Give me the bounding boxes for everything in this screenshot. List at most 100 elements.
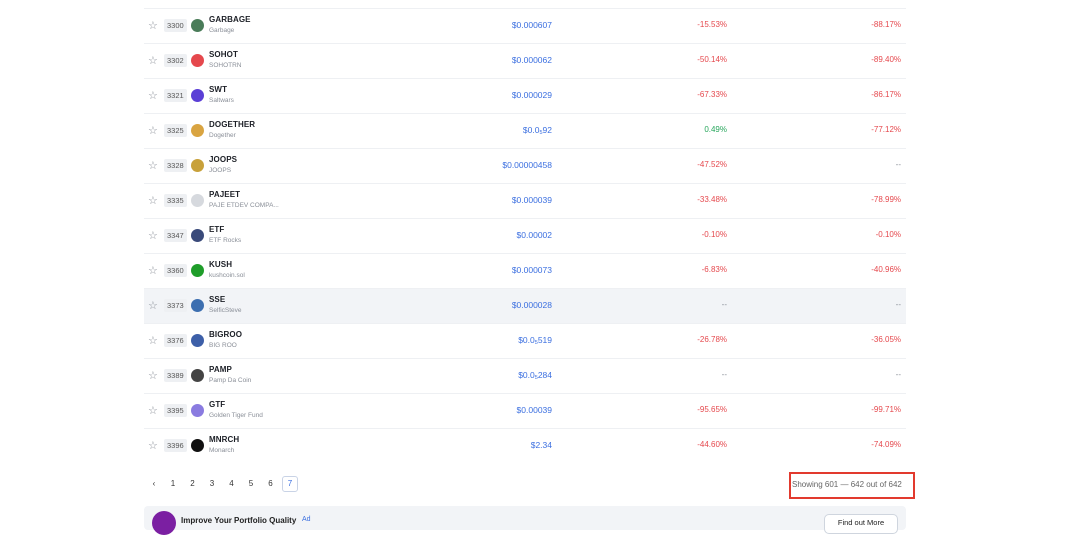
coin-name: kushcoin.sol [209, 272, 245, 279]
price-digits: 284 [537, 370, 552, 380]
change-24h: -95.65% [697, 405, 727, 414]
rank-badge: 3395 [164, 404, 187, 417]
price-digits: 92 [542, 125, 552, 135]
coin-name: Garbage [209, 27, 235, 34]
coin-symbol[interactable]: SOHOT [209, 50, 238, 59]
table-row[interactable]: ☆ 3395 GTF Golden Tiger Fund $0.00039 -95.65%… [144, 393, 906, 428]
coin-name: BIG ROO [209, 342, 237, 349]
coin-price: $0.000062 [511, 55, 552, 65]
coin-price: $0.00039 [516, 405, 552, 415]
star-icon[interactable]: ☆ [148, 195, 160, 207]
star-icon[interactable]: ☆ [148, 125, 160, 137]
star-icon[interactable]: ☆ [148, 230, 160, 242]
table-row[interactable]: ☆ 3302 SOHOT SOHOTRN $0.000062 -50.14% -89.40% [144, 43, 906, 78]
change-7d: -40.96% [871, 265, 901, 274]
rank-badge: 3347 [164, 229, 187, 242]
change-24h: -0.10% [701, 230, 727, 239]
coin-price: $0.000073 [511, 265, 552, 275]
star-icon[interactable]: ☆ [148, 440, 160, 452]
star-icon[interactable]: ☆ [148, 20, 160, 32]
star-icon[interactable]: ☆ [148, 90, 160, 102]
table-row[interactable]: ☆ 3325 DOGETHER Dogether $0.0592 0.49% -77.12% [144, 113, 906, 148]
ad-tag: Ad [302, 516, 311, 523]
change-7d: -89.40% [871, 55, 901, 64]
coin-symbol[interactable]: PAJEET [209, 190, 240, 199]
star-icon[interactable]: ☆ [148, 160, 160, 172]
change-7d: -36.05% [871, 335, 901, 344]
coin-name: Golden Tiger Fund [209, 412, 263, 419]
change-24h: -44.60% [697, 440, 727, 449]
coin-symbol[interactable]: KUSH [209, 260, 232, 269]
ad-logo-icon [152, 511, 176, 535]
coin-symbol[interactable]: MNRCH [209, 435, 239, 444]
change-7d: -- [895, 160, 901, 169]
price-prefix: $0.0 [518, 370, 535, 380]
coin-price: $0.000029 [511, 90, 552, 100]
coin-name: SOHOTRN [209, 62, 242, 69]
change-7d: -99.71% [871, 405, 901, 414]
coin-name: ETF Rocks [209, 237, 242, 244]
change-7d: -78.99% [871, 195, 901, 204]
chevron-left-icon[interactable]: ‹ [146, 476, 162, 492]
rank-badge: 3373 [164, 299, 187, 312]
showing-count: Showing 601 — 642 out of 642 [792, 480, 902, 489]
star-icon[interactable]: ☆ [148, 300, 160, 312]
ad-title: Improve Your Portfolio Quality [181, 516, 297, 525]
page-4-button[interactable]: 4 [224, 476, 240, 492]
table-row[interactable]: ☆ 3360 KUSH kushcoin.sol $0.000073 -6.83% -40.… [144, 253, 906, 288]
page-1-button[interactable]: 1 [165, 476, 181, 492]
coin-symbol[interactable]: SSE [209, 295, 225, 304]
coin-symbol[interactable]: GARBAGE [209, 15, 251, 24]
star-icon[interactable]: ☆ [148, 405, 160, 417]
coin-symbol[interactable]: SWT [209, 85, 227, 94]
coin-symbol[interactable]: GTF [209, 400, 225, 409]
table-row[interactable]: ☆ 3376 BIGROO BIG ROO $0.05519 -26.78% -36.05% [144, 323, 906, 358]
coin-symbol[interactable]: ETF [209, 225, 224, 234]
table-row[interactable]: ☆ 3300 GARBAGE Garbage $0.000607 -15.53% -88.1… [144, 8, 906, 43]
star-icon[interactable]: ☆ [148, 55, 160, 67]
star-icon[interactable]: ☆ [148, 335, 160, 347]
sse-coin-icon [191, 299, 204, 312]
coin-symbol[interactable]: BIGROO [209, 330, 242, 339]
table-row[interactable]: ☆ 3389 PAMP Pamp Da Coin $0.05284 -- -- [144, 358, 906, 393]
coin-price: $0.0592 [523, 125, 552, 136]
table-row[interactable]: ☆ 3321 SWT Saltwars $0.000029 -67.33% -86.17% [144, 78, 906, 113]
price-prefix: $0.0 [518, 335, 535, 345]
coin-symbol[interactable]: DOGETHER [209, 120, 255, 129]
page-6-button[interactable]: 6 [263, 476, 279, 492]
table-row[interactable]: ☆ 3396 MNRCH Monarch $2.34 -44.60% -74.09% [144, 428, 906, 463]
coin-name: PAJE ETDEV COMPA... [209, 202, 279, 209]
table-row[interactable]: ☆ 3373 SSE SelficSteve $0.000028 -- -- [144, 288, 906, 323]
page-5-button[interactable]: 5 [243, 476, 259, 492]
coin-price: $0.00000458 [502, 160, 552, 170]
change-7d: -86.17% [871, 90, 901, 99]
star-icon[interactable]: ☆ [148, 370, 160, 382]
change-7d: -77.12% [871, 125, 901, 134]
pamp-coin-icon [191, 369, 204, 382]
rank-badge: 3325 [164, 124, 187, 137]
table-row[interactable]: ☆ 3335 PAJEET PAJE ETDEV COMPA... $0.000039 -… [144, 183, 906, 218]
star-icon[interactable]: ☆ [148, 265, 160, 277]
page-7-button[interactable]: 7 [282, 476, 298, 492]
change-24h: -47.52% [697, 160, 727, 169]
table-row[interactable]: ☆ 3328 JOOPS JOOPS $0.00000458 -47.52% -- [144, 148, 906, 183]
bigroo-coin-icon [191, 334, 204, 347]
page-3-button[interactable]: 3 [204, 476, 220, 492]
gtf-coin-icon [191, 404, 204, 417]
coin-symbol[interactable]: PAMP [209, 365, 232, 374]
table-row[interactable]: ☆ 3347 ETF ETF Rocks $0.00002 -0.10% -0.10% [144, 218, 906, 253]
coin-price: $0.00002 [516, 230, 552, 240]
ad-banner[interactable]: Improve Your Portfolio Quality Ad Find o… [144, 506, 906, 535]
coin-price: $2.34 [530, 440, 552, 450]
coin-symbol[interactable]: JOOPS [209, 155, 237, 164]
monarch-coin-icon [191, 439, 204, 452]
coin-name: JOOPS [209, 167, 232, 174]
price-prefix: $0.0 [522, 125, 540, 135]
change-7d: -- [895, 300, 901, 309]
rank-badge: 3302 [164, 54, 187, 67]
find-out-more-button[interactable]: Find out More [824, 514, 898, 534]
coin-name: Dogether [209, 132, 236, 139]
page-2-button[interactable]: 2 [185, 476, 201, 492]
kush-coin-icon [191, 264, 204, 277]
change-7d: -0.10% [875, 230, 901, 239]
